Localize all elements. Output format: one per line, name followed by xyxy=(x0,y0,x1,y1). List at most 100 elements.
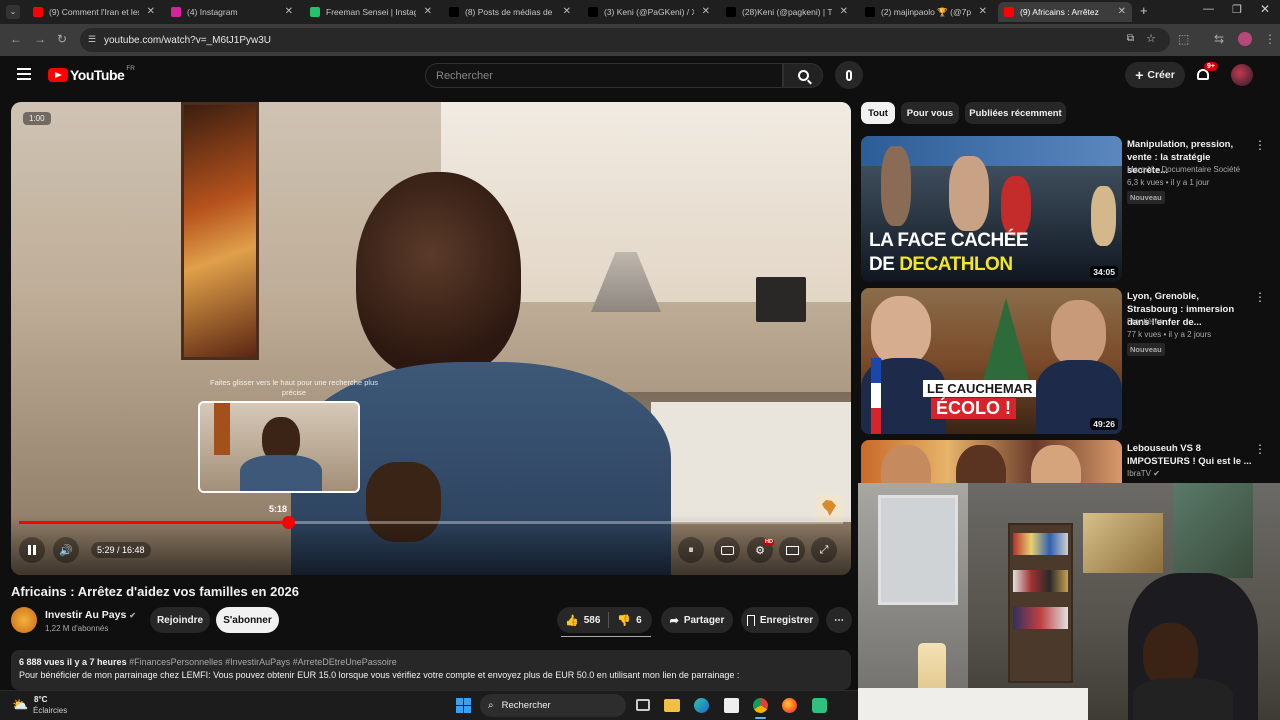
x-icon xyxy=(588,7,598,17)
captions-icon xyxy=(720,545,734,555)
chip-for-you[interactable]: Pour vous xyxy=(901,102,959,124)
reload-icon[interactable]: ↻ xyxy=(57,32,67,46)
tab-close-icon[interactable]: ✕ xyxy=(563,6,571,17)
extensions-icon[interactable]: ⬚ xyxy=(1178,32,1189,46)
related-video-card[interactable]: LE CAUCHEMAR ÉCOLO ! 49:26 Lyon, Grenobl… xyxy=(861,288,1266,434)
create-button[interactable]: + Créer xyxy=(1125,62,1185,88)
browser-tab[interactable]: (2) majinpaolo 🏆 (@7p ✕ xyxy=(859,2,993,22)
share-button[interactable]: ➦ Partager xyxy=(661,607,733,633)
new-badge: Nouveau xyxy=(1127,343,1165,356)
progress-bar-track[interactable] xyxy=(19,516,843,529)
window-close-button[interactable]: ✕ xyxy=(1260,2,1270,16)
notifications-button[interactable]: 9+ xyxy=(1195,62,1218,84)
store-icon[interactable] xyxy=(724,698,739,713)
more-options-icon[interactable]: ⋮ xyxy=(1254,290,1266,304)
more-actions-button[interactable]: ⋯ xyxy=(826,607,852,633)
search-button[interactable] xyxy=(783,63,823,88)
volume-button[interactable]: 🔊 xyxy=(53,537,79,563)
install-icon[interactable]: ⧉ xyxy=(1127,33,1134,44)
fullscreen-icon: ⤢ xyxy=(819,543,829,556)
new-tab-button[interactable]: + xyxy=(1140,3,1148,18)
join-button[interactable]: Rejoindre xyxy=(150,607,210,633)
tab-close-icon[interactable]: ✕ xyxy=(979,6,987,17)
tab-close-icon[interactable]: ✕ xyxy=(1118,6,1126,17)
start-button[interactable] xyxy=(456,698,471,713)
subtitles-button[interactable] xyxy=(714,537,740,563)
address-bar[interactable]: ☰ youtube.com/watch?v=_M6tJ1Pyw3U ⧉ ☆ xyxy=(80,28,1170,52)
related-video-channel[interactable]: Marqué • Documentaire Société xyxy=(1127,165,1240,174)
tab-close-icon[interactable]: ✕ xyxy=(147,6,155,17)
more-options-icon[interactable]: ⋮ xyxy=(1254,442,1266,456)
browser-tab[interactable]: (4) Instagram ✕ xyxy=(165,2,299,22)
restore-button[interactable]: ❐ xyxy=(1232,3,1242,16)
webcam-overlay xyxy=(858,483,1280,720)
autoplay-toggle[interactable]: ⏸ xyxy=(678,537,704,563)
tab-close-icon[interactable]: ✕ xyxy=(285,6,293,17)
chip-recent[interactable]: Publiées récemment xyxy=(965,102,1066,124)
minimize-button[interactable]: — xyxy=(1203,3,1214,15)
profile-icon[interactable]: ⇆ xyxy=(1214,32,1224,46)
voice-search-button[interactable] xyxy=(835,61,863,89)
forward-icon[interactable]: → xyxy=(34,32,46,46)
dislike-button[interactable]: 👎 6 xyxy=(617,614,641,627)
subscribe-button[interactable]: S'abonner xyxy=(216,607,279,633)
taskbar-search-label: Rechercher xyxy=(501,700,551,711)
browser-tab[interactable]: (28)Keni (@pagkeni) | Tik ✕ xyxy=(720,2,854,22)
pause-button[interactable] xyxy=(19,537,45,563)
avatar[interactable] xyxy=(1238,32,1252,46)
task-view-icon[interactable] xyxy=(636,699,650,711)
hashtags[interactable]: #FinancesPersonnelles #InvestirAuPays #A… xyxy=(129,657,397,667)
edge-icon[interactable] xyxy=(694,698,709,713)
tab-close-icon[interactable]: ✕ xyxy=(840,6,848,17)
browser-tab[interactable]: (9) Comment l'Iran et les ✕ xyxy=(27,2,161,22)
chrome-icon[interactable] xyxy=(753,698,768,713)
tab-close-icon[interactable]: ✕ xyxy=(702,6,710,17)
browser-tab[interactable]: (8) Posts de médias de Bl ✕ xyxy=(443,2,577,22)
browser-tab[interactable]: (9) Africains : Arrêtez ✕ xyxy=(998,2,1132,22)
like-dislike-group: 👍 586 👎 6 xyxy=(557,607,652,633)
tab-close-icon[interactable]: ✕ xyxy=(424,6,432,17)
bookmark-icon xyxy=(746,614,755,626)
video-thumbnail[interactable]: LA FACE CACHÉE DE DECATHLON 34:05 xyxy=(861,136,1122,282)
related-video-channel[interactable]: Frontières xyxy=(1127,317,1163,326)
related-video-meta: 6,3 k vues • il y a 1 jour xyxy=(1127,178,1210,187)
account-avatar[interactable] xyxy=(1231,64,1253,86)
like-button[interactable]: 👍 586 xyxy=(565,614,600,627)
save-button[interactable]: Enregistrer xyxy=(741,607,819,633)
video-player[interactable]: 1:00 Faites glisser vers le haut pour un… xyxy=(11,102,851,575)
app-icon-green[interactable] xyxy=(812,698,827,713)
description-box[interactable]: 6 888 vues il y a 7 heures #FinancesPers… xyxy=(11,650,851,690)
africa-map-icon xyxy=(822,500,836,516)
description-header: 6 888 vues il y a 7 heures #FinancesPers… xyxy=(19,656,843,669)
video-thumbnail[interactable]: LE CAUCHEMAR ÉCOLO ! 49:26 xyxy=(861,288,1122,434)
tab-title: (2) majinpaolo 🏆 (@7p xyxy=(881,6,971,17)
related-video-channel[interactable]: IbraTV ✔ xyxy=(1127,469,1160,478)
miniplayer-button[interactable] xyxy=(779,537,805,563)
channel-name[interactable]: Investir Au Pays ✔ xyxy=(45,609,136,621)
related-video-title[interactable]: Lebouseuh VS 8 IMPOSTEURS ! Qui est le .… xyxy=(1127,442,1252,468)
progress-scrubber-handle[interactable] xyxy=(281,516,295,529)
fullscreen-button[interactable]: ⤢ xyxy=(811,537,837,563)
browser-tab[interactable]: (3) Keni (@PaGKeni) / X ✕ xyxy=(582,2,716,22)
more-options-icon[interactable]: ⋮ xyxy=(1254,138,1266,152)
weather-icon[interactable]: ⛅ xyxy=(12,697,28,713)
search-input[interactable]: Rechercher xyxy=(425,63,783,88)
back-icon[interactable]: ← xyxy=(10,32,22,46)
firefox-icon[interactable] xyxy=(782,698,797,713)
bookmark-star-icon[interactable]: ☆ xyxy=(1146,32,1156,45)
chip-all[interactable]: Tout xyxy=(861,102,895,124)
like-count: 586 xyxy=(583,614,601,626)
browser-menu-icon[interactable]: ⋮ xyxy=(1264,32,1276,46)
browser-tab[interactable]: Freeman Sensei | Instagra ✕ xyxy=(304,2,438,22)
tab-search-button[interactable]: ⌄ xyxy=(6,5,20,19)
plus-icon: + xyxy=(1135,67,1144,83)
channel-avatar[interactable] xyxy=(11,607,37,633)
settings-button[interactable]: ⚙ HD xyxy=(747,537,774,563)
tab-title: (9) Africains : Arrêtez xyxy=(1020,7,1099,17)
taskbar-search[interactable]: ⌕ Rechercher xyxy=(480,694,626,717)
file-explorer-icon[interactable] xyxy=(664,699,680,712)
site-info-icon[interactable]: ☰ xyxy=(88,34,96,45)
hamburger-menu-icon[interactable] xyxy=(17,68,31,80)
youtube-logo[interactable]: YouTube FR xyxy=(48,65,135,83)
related-video-card[interactable]: LA FACE CACHÉE DE DECATHLON 34:05 Manipu… xyxy=(861,136,1266,282)
